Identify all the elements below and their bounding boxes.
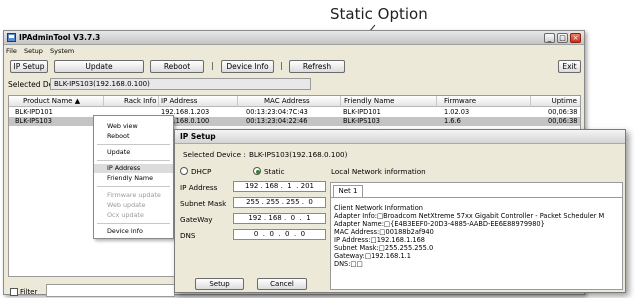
ip-address-field[interactable]: 192 . 168 . 1 . 201 (233, 181, 326, 192)
net-info-line: Gateway:□192.168.1.1 (334, 252, 411, 260)
col-friendly-name[interactable]: Friendly Name (341, 96, 437, 107)
cell-uptime: 00,06:38 (548, 108, 578, 116)
menu-item-web-update[interactable]: Web update (94, 201, 173, 210)
local-network-label: Local Network information (331, 167, 426, 176)
menu-item-ocx-update[interactable]: Ocx update (94, 211, 173, 220)
cell-mac-address: 00:13:23:04:7C:43 (246, 108, 308, 116)
menu-item-reboot[interactable]: Reboot (94, 132, 173, 141)
dialog-selected-device-label: Selected Device : (183, 150, 246, 159)
filter-checkbox[interactable] (10, 288, 18, 296)
net-info-line: Subnet Mask:□255.255.255.0 (334, 244, 434, 252)
exit-button[interactable]: Exit (558, 60, 581, 73)
main-titlebar: IPAdminTool V3.7.3 _ □ × (4, 31, 584, 45)
cell-product-name: BLK-IPS103 (15, 117, 52, 125)
dialog-selected-device-value: BLK-IPS103(192.168.0.100) (249, 150, 348, 159)
window-title: IPAdminTool V3.7.3 (19, 33, 101, 42)
menu-separator (97, 186, 170, 187)
dns-label: DNS (180, 231, 196, 240)
app-icon (7, 33, 16, 42)
cell-firmware: 1.02.03 (444, 108, 470, 116)
filter-input[interactable] (46, 284, 175, 297)
gateway-label: GateWay (180, 215, 213, 224)
minimize-button[interactable]: _ (544, 33, 555, 43)
cell-friendly-name: BLK-IPD101 (343, 108, 381, 116)
static-label: Static (264, 167, 285, 176)
filter-label: Filter (20, 288, 38, 296)
col-mac-address[interactable]: MAC Address (238, 96, 341, 107)
update-button[interactable]: Update (54, 60, 144, 73)
menu-item-web-view[interactable]: Web view (94, 122, 173, 131)
tab-net-1[interactable]: Net 1 (333, 185, 363, 197)
col-uptime[interactable]: Uptime (531, 96, 580, 107)
cancel-button[interactable]: Cancel (257, 278, 307, 290)
close-button[interactable]: × (570, 33, 581, 43)
tab-underline (331, 197, 622, 198)
device-info-button[interactable]: Device Info (221, 60, 274, 73)
network-info-panel: Net 1 Client Network Information Adapter… (330, 182, 623, 290)
ip-setup-button[interactable]: IP Setup (10, 60, 48, 73)
menu-setup[interactable]: Setup (24, 47, 43, 55)
context-menu: Web view Reboot Update IP Address Friend… (93, 115, 174, 239)
dhcp-radio[interactable] (180, 167, 188, 175)
net-info-line: DNS:□□ (334, 260, 363, 268)
menu-separator (97, 160, 170, 161)
menu-system[interactable]: System (50, 47, 74, 55)
dialog-title: IP Setup (175, 130, 625, 144)
menu-item-device-info[interactable]: Device info (94, 227, 173, 236)
static-radio[interactable] (253, 167, 261, 175)
ip-address-label: IP Address (180, 183, 218, 192)
net-info-line: Adapter Info:□Broadcom NetXtreme 57xx Gi… (334, 212, 605, 220)
menu-item-friendly-name[interactable]: Friendly Name (94, 174, 173, 183)
col-ip-address[interactable]: IP Address (159, 96, 238, 107)
cell-uptime: 00,06:38 (548, 117, 578, 125)
menu-separator (97, 144, 170, 145)
cell-mac-address: 00:13:23:04:22:46 (246, 117, 308, 125)
dns-field[interactable]: 0 . 0 . 0 . 0 (233, 229, 326, 240)
net-info-line: IP Address:□192.168.1.168 (334, 236, 425, 244)
menu-item-ip-address[interactable]: IP Address (94, 164, 173, 173)
col-product-name-label: Product Name (23, 97, 73, 105)
setup-button[interactable]: Setup (195, 278, 244, 290)
toolbar-separator-2: | (280, 61, 283, 70)
cell-firmware: 1.6.6 (444, 117, 461, 125)
cell-product-name: BLK-IPD101 (15, 108, 53, 116)
sort-ascending-icon: ▲ (74, 97, 81, 105)
subnet-mask-field[interactable]: 255 . 255 . 255 . 0 (233, 197, 326, 208)
col-rack-info[interactable]: Rack Info (104, 96, 159, 107)
menubar: File Setup System (6, 47, 79, 57)
reboot-button[interactable]: Reboot (150, 60, 204, 73)
selected-device-field: BLK-IPS103(192.168.0.100) (50, 78, 311, 90)
maximize-button[interactable]: □ (557, 33, 568, 43)
refresh-button[interactable]: Refresh (289, 60, 345, 73)
menu-item-firmware-update[interactable]: Firmware update (94, 191, 173, 200)
col-product-name[interactable]: Product Name ▲ (9, 96, 104, 107)
dhcp-label: DHCP (191, 167, 212, 176)
cell-friendly-name: BLK-IPS103 (343, 117, 380, 125)
menu-file[interactable]: File (6, 47, 17, 55)
menu-separator (97, 223, 170, 224)
net-info-line: MAC Address:□00188b2af940 (334, 228, 434, 236)
subnet-mask-label: Subnet Mask (180, 199, 227, 208)
menu-item-update[interactable]: Update (94, 148, 173, 157)
ip-setup-dialog: IP Setup Selected Device : BLK-IPS103(19… (174, 129, 626, 293)
col-firmware[interactable]: Firmware (437, 96, 531, 107)
toolbar-separator: | (211, 61, 214, 70)
net-info-line: Adapter Name:□{E4B3EEF0-20D3-4885-AABD-E… (334, 220, 545, 228)
gateway-field[interactable]: 192 . 168 . 0 . 1 (233, 213, 326, 224)
net-info-heading: Client Network Information (334, 204, 423, 212)
